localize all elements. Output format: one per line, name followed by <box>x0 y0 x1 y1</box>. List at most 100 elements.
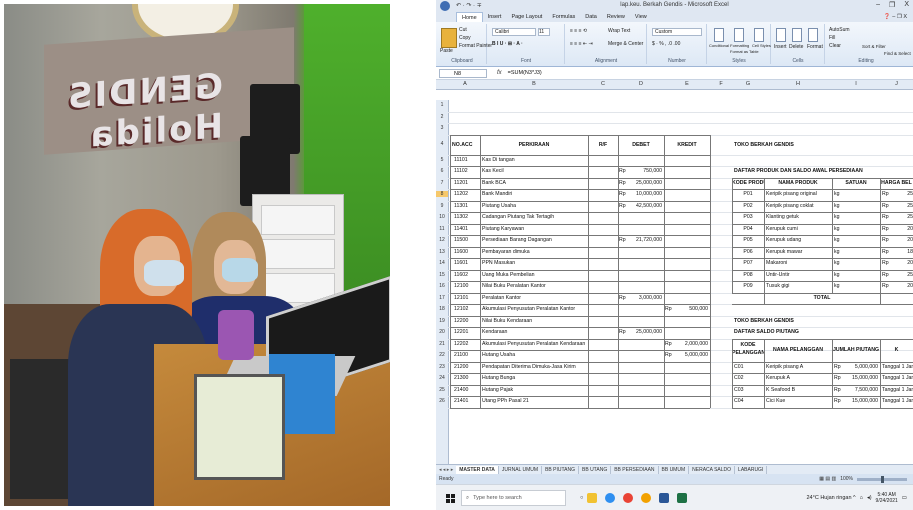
row-header[interactable]: 16 <box>436 283 448 289</box>
debit-value[interactable]: 42,500,000 <box>628 201 662 211</box>
row-header[interactable]: 22 <box>436 352 448 358</box>
account-name[interactable]: Piutang Usaha <box>482 201 588 211</box>
find-select-button[interactable]: Find & Select <box>884 51 911 56</box>
row-header[interactable]: 6 <box>436 168 448 174</box>
store-title[interactable]: TOKO BERKAH GENDIS <box>734 140 884 150</box>
formula-input[interactable]: =SUM(N3*J3) <box>508 70 542 76</box>
account-number[interactable]: 12102 <box>454 304 482 314</box>
receivable-amount[interactable]: 7,500,000 <box>844 385 878 395</box>
account-name[interactable]: Bank BCA <box>482 178 588 188</box>
account-number[interactable]: 11601 <box>454 258 482 268</box>
column-header-e[interactable]: E <box>664 81 710 87</box>
column-header-g[interactable]: G <box>732 81 764 87</box>
product-name[interactable]: Makaroni <box>766 258 832 268</box>
customer-name[interactable]: K Seafood B <box>766 385 832 395</box>
receivable-amount[interactable]: 15,000,000 <box>844 396 878 406</box>
product-unit[interactable]: kg <box>834 201 880 211</box>
product-code[interactable]: P08 <box>732 270 764 280</box>
delete-button[interactable]: Delete <box>789 44 803 50</box>
currency[interactable]: Rp <box>834 362 844 372</box>
fill-button[interactable]: Fill <box>829 35 835 41</box>
network-icon[interactable]: ⌂ <box>860 495 863 501</box>
minimize-button[interactable]: – <box>876 1 880 9</box>
customer-name[interactable]: Kerupuk A <box>766 373 832 383</box>
autosum-button[interactable]: AutoSum <box>829 27 850 33</box>
product-code[interactable]: P03 <box>732 212 764 222</box>
column-header-d[interactable]: D <box>618 81 664 87</box>
row-header[interactable]: 26 <box>436 398 448 404</box>
account-name[interactable]: Piutang Karyawan <box>482 224 588 234</box>
number-format-select[interactable]: Custom <box>652 28 702 36</box>
currency[interactable]: Rp <box>882 258 892 268</box>
customer-code[interactable]: C02 <box>734 373 764 383</box>
conditional-format-button[interactable]: Conditional Formatting <box>709 43 749 48</box>
product-price[interactable]: 20 <box>894 258 913 268</box>
row-header[interactable]: 4 <box>436 141 448 147</box>
product-name[interactable]: Kerupuk mawar <box>766 247 832 257</box>
account-number[interactable]: 11101 <box>454 155 482 165</box>
row-header[interactable]: 21 <box>436 341 448 347</box>
receivable-date[interactable]: Tanggal 1 Janua <box>882 362 913 372</box>
product-name[interactable]: Tusuk gigi <box>766 281 832 291</box>
account-name[interactable]: Uang Muka Pembelian <box>482 270 588 280</box>
format-table-icon[interactable] <box>734 28 744 42</box>
account-name[interactable]: Nilai Buku Peralatan Kantor <box>482 281 588 291</box>
row-header[interactable]: 18 <box>436 306 448 312</box>
wrap-text-button[interactable]: Wrap Text <box>608 28 630 34</box>
account-number[interactable]: 21401 <box>454 396 482 406</box>
product-code[interactable]: P07 <box>732 258 764 268</box>
sheet-nav-arrows[interactable]: ◂ ◂ ▸ ▸ <box>436 467 456 473</box>
zoom-level[interactable]: 100% <box>840 476 853 482</box>
delete-icon[interactable] <box>792 28 802 42</box>
account-number[interactable]: 12100 <box>454 281 482 291</box>
taskbar-search[interactable]: ⌕ Type here to search <box>461 490 566 506</box>
maximize-button[interactable]: ❐ <box>889 1 895 9</box>
account-number[interactable]: 11102 <box>454 166 482 176</box>
customer-code[interactable]: C01 <box>734 362 764 372</box>
header-debet[interactable]: DEBET <box>618 140 664 150</box>
header-kode-pelanggan[interactable]: KODE PELANGGAN <box>732 341 764 357</box>
customer-name[interactable]: Cici Kue <box>766 396 832 406</box>
weather-widget[interactable]: 24°C Hujan ringan ^ <box>807 495 856 501</box>
account-number[interactable]: 12200 <box>454 316 482 326</box>
windows-start-icon[interactable] <box>446 493 455 503</box>
paste-button[interactable]: Paste <box>440 48 453 54</box>
column-header-b[interactable]: B <box>480 81 588 87</box>
format-button[interactable]: Format <box>807 44 823 50</box>
receivable-date[interactable]: Tanggal 1 Janua <box>882 396 913 406</box>
product-price[interactable]: 20 <box>894 235 913 245</box>
product-name[interactable]: Kerupuk cumi <box>766 224 832 234</box>
tab-data[interactable]: Data <box>580 12 602 22</box>
receivable-amount[interactable]: 15,000,000 <box>844 373 878 383</box>
currency[interactable]: Rp <box>834 385 844 395</box>
row-header[interactable]: 14 <box>436 260 448 266</box>
ribbon-window-controls[interactable]: ❓ – ❐ X <box>879 12 913 22</box>
cell-styles-icon[interactable] <box>754 28 764 42</box>
tab-review[interactable]: Review <box>602 12 630 22</box>
excel-icon[interactable] <box>677 493 688 503</box>
debit-value[interactable]: 21,720,000 <box>628 235 662 245</box>
account-name[interactable]: Persediaan Barang Dagangan <box>482 235 588 245</box>
account-number[interactable]: 11301 <box>454 201 482 211</box>
column-header-j[interactable]: J <box>880 81 913 87</box>
currency[interactable]: Rp <box>882 189 892 199</box>
align-bottom-icons[interactable]: ≡ ≡ ≡ ⇤ ⇥ <box>570 41 593 47</box>
credit-value[interactable]: 2,000,000 <box>674 339 708 349</box>
product-code[interactable]: P04 <box>732 224 764 234</box>
copy-button[interactable]: Copy <box>459 35 471 41</box>
product-price[interactable]: 25 <box>894 212 913 222</box>
clock[interactable]: 5:40 AM 9/24/2021 <box>876 492 898 504</box>
currency[interactable]: Rp <box>882 281 892 291</box>
fx-icon[interactable]: fx <box>497 70 502 76</box>
cell-styles-button[interactable]: Cell Styles <box>752 43 771 48</box>
account-name[interactable]: Pendapatan Diterima Dimuka-Jasa Kirim <box>482 362 588 372</box>
align-top-icons[interactable]: ≡ ≡ ≡ ⟲ <box>570 28 587 34</box>
row-header[interactable]: 7 <box>436 180 448 186</box>
header-no-acc[interactable]: NO.ACC <box>452 140 482 150</box>
currency[interactable]: Rp <box>882 247 892 257</box>
tab-formulas[interactable]: Formulas <box>547 12 580 22</box>
product-name[interactable]: Klanting getuk <box>766 212 832 222</box>
customer-code[interactable]: C04 <box>734 396 764 406</box>
customer-code[interactable]: C03 <box>734 385 764 395</box>
header-nama-pelanggan[interactable]: NAMA PELANGGAN <box>764 345 832 355</box>
